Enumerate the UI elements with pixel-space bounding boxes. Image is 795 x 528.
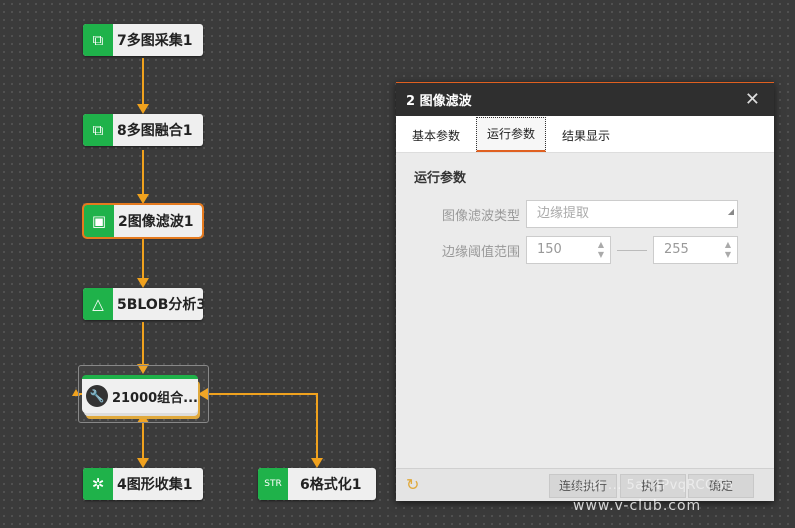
watermark-site: www.v-club.com bbox=[573, 498, 702, 514]
format-icon: STR bbox=[258, 468, 288, 500]
node-label: 4图形收集1 bbox=[117, 477, 193, 493]
node-group[interactable]: 🔧 21000组合... bbox=[82, 375, 198, 413]
node-shape-collect[interactable]: ✲ 4图形收集1 bbox=[83, 468, 203, 500]
filter-type-value: 边缘提取 bbox=[537, 206, 590, 221]
shape-collect-icon: ✲ bbox=[83, 468, 113, 500]
dialog-title-bar[interactable]: 2 图像滤波 ✕ bbox=[396, 83, 774, 116]
node-blob-analysis[interactable]: △ 5BLOB分析3 bbox=[83, 288, 203, 320]
node-image-filter[interactable]: ▣ 2图像滤波1 bbox=[82, 203, 204, 239]
blob-analysis-icon: △ bbox=[83, 288, 113, 320]
tab-result-display[interactable]: 结果显示 bbox=[552, 120, 620, 152]
filter-type-select[interactable]: 边缘提取 ◢ bbox=[526, 200, 738, 228]
node-label: 21000组合... bbox=[111, 390, 198, 406]
threshold-max-value: 255 bbox=[664, 242, 689, 257]
filter-type-row: 图像滤波类型 边缘提取 ◢ bbox=[414, 200, 756, 228]
threshold-row: 边缘阈值范围 150 ▲ ▼ 255 ▲ ▼ bbox=[414, 236, 756, 264]
threshold-min-stepper[interactable]: 150 ▲ ▼ bbox=[526, 236, 611, 264]
filter-type-label: 图像滤波类型 bbox=[441, 208, 520, 224]
node-label: 8多图融合1 bbox=[117, 123, 193, 139]
watermark-user: user ... 5aS4PvqRCG6b bbox=[573, 478, 734, 493]
range-separator bbox=[617, 249, 647, 251]
refresh-icon[interactable]: ↻ bbox=[406, 475, 419, 494]
node-label: 6格式化1 bbox=[300, 477, 362, 493]
node-label: 5BLOB分析3 bbox=[117, 297, 203, 313]
stepper-arrows-icon[interactable]: ▲ ▼ bbox=[725, 240, 731, 260]
node-label: 7多图采集1 bbox=[117, 33, 193, 49]
threshold-label: 边缘阈值范围 bbox=[441, 244, 520, 260]
node-multi-image-capture[interactable]: ⧉ 7多图采集1 bbox=[83, 24, 203, 56]
stepper-arrows-icon[interactable]: ▲ ▼ bbox=[598, 240, 604, 260]
wrench-icon: 🔧 bbox=[86, 385, 108, 407]
dialog-tabs: 基本参数 运行参数 结果显示 bbox=[396, 116, 774, 153]
close-icon[interactable]: ✕ bbox=[745, 89, 760, 110]
multi-image-capture-icon: ⧉ bbox=[83, 24, 113, 56]
tab-run-params[interactable]: 运行参数 bbox=[476, 117, 547, 152]
dialog-body: 运行参数 图像滤波类型 边缘提取 ◢ 边缘阈值范围 150 ▲ ▼ 255 ▲ ▼ bbox=[396, 153, 774, 286]
image-filter-icon: ▣ bbox=[84, 205, 114, 237]
tab-basic-params[interactable]: 基本参数 bbox=[402, 120, 470, 152]
section-title: 运行参数 bbox=[414, 171, 467, 186]
dropdown-corner-icon: ◢ bbox=[727, 207, 734, 216]
dialog-title: 2 图像滤波 bbox=[406, 94, 472, 109]
image-filter-dialog: 2 图像滤波 ✕ 基本参数 运行参数 结果显示 运行参数 图像滤波类型 边缘提取… bbox=[396, 82, 774, 501]
node-multi-image-fusion[interactable]: ⧉ 8多图融合1 bbox=[83, 114, 203, 146]
multi-image-fusion-icon: ⧉ bbox=[83, 114, 113, 146]
node-label: 2图像滤波1 bbox=[118, 214, 194, 230]
threshold-min-value: 150 bbox=[537, 242, 562, 257]
node-format[interactable]: STR 6格式化1 bbox=[258, 468, 376, 500]
threshold-max-stepper[interactable]: 255 ▲ ▼ bbox=[653, 236, 738, 264]
